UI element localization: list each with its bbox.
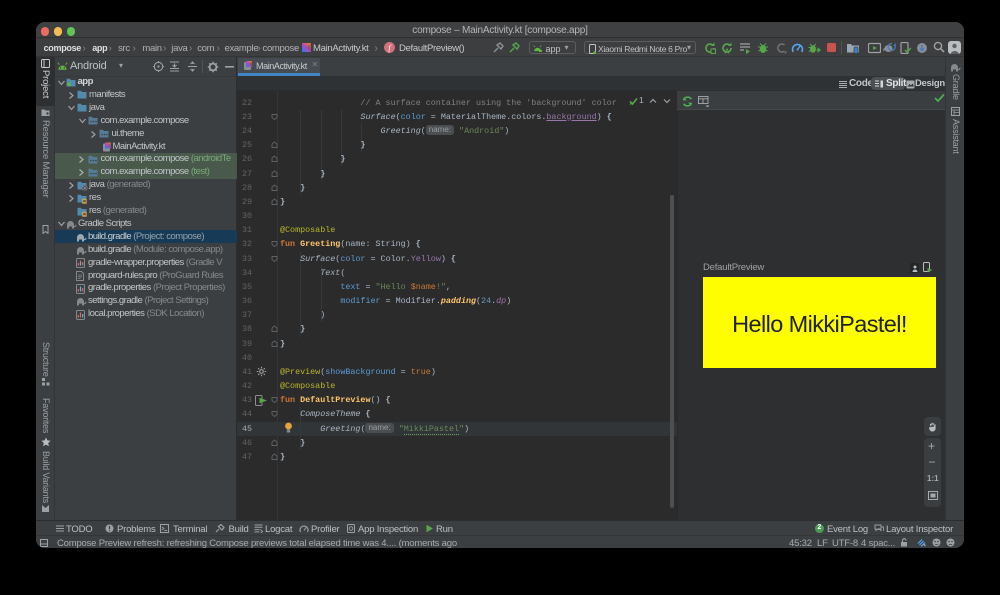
svg-text:A: A [724, 48, 729, 54]
